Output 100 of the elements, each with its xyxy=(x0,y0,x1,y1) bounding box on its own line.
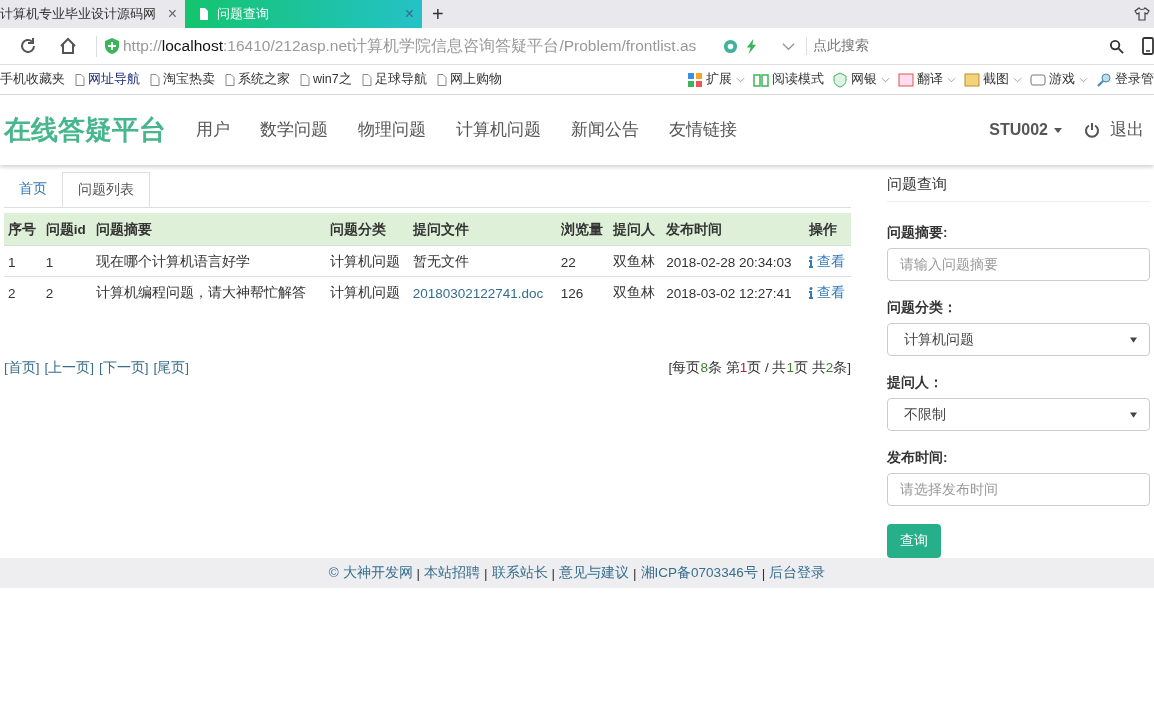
separator: | xyxy=(416,565,421,581)
bookmark-item[interactable]: 系统之家 xyxy=(225,71,290,88)
footer-link[interactable]: 意见与建议 xyxy=(559,564,630,582)
chevron-down-icon xyxy=(881,76,890,83)
shield-icon xyxy=(105,38,119,54)
panel-title: 问题查询 xyxy=(887,165,1150,202)
toolbar-item[interactable]: 登录管 xyxy=(1096,71,1154,88)
aperture-icon[interactable] xyxy=(723,38,738,54)
home-icon[interactable] xyxy=(58,36,78,56)
nav-link[interactable]: 用户 xyxy=(196,119,230,141)
info-icon xyxy=(808,256,813,268)
shield-icon xyxy=(832,71,848,88)
logout-link[interactable]: 退出 xyxy=(1084,119,1144,141)
column-header: 浏览量 xyxy=(560,222,603,237)
shirt-icon[interactable] xyxy=(1134,7,1150,21)
phone-icon[interactable] xyxy=(1142,37,1154,55)
separator: | xyxy=(761,565,766,581)
toolbar-item[interactable]: 网银 xyxy=(832,71,890,88)
separator: | xyxy=(633,565,637,581)
separator: | xyxy=(484,565,488,581)
field-label: 提问人： xyxy=(887,374,944,392)
column-header: 问题id xyxy=(45,222,86,237)
bookmark-item[interactable]: 网上购物 xyxy=(436,71,502,88)
caret-icon xyxy=(1130,411,1137,418)
pager-link[interactable]: [首页] xyxy=(4,360,40,375)
page-icon xyxy=(150,73,160,86)
footer-link[interactable]: 本站招聘 xyxy=(424,564,481,582)
close-icon[interactable]: × xyxy=(167,5,177,23)
toolbar-item[interactable]: 扩展 xyxy=(687,71,745,88)
page-tab[interactable]: 问题列表 xyxy=(62,172,150,207)
table-cell: 暂无文件 xyxy=(412,254,469,269)
bookmark-item[interactable]: 手机收藏夹 xyxy=(0,71,65,88)
file-link[interactable]: 20180302122741.doc xyxy=(412,285,544,301)
search-field[interactable]: 点此搜索 xyxy=(806,37,1103,55)
nav-link[interactable]: 友情链接 xyxy=(669,119,737,141)
toolbar-item[interactable]: 游戏 xyxy=(1030,71,1088,88)
address-field[interactable]: http://localhost:16410/212asp.net计算机学院信息咨询答疑平台/Problem/frontlist.as xyxy=(96,35,717,57)
nav-link[interactable]: 计算机问题 xyxy=(456,119,541,141)
page-tab[interactable]: 首页 xyxy=(4,172,62,207)
table-cell: 22 xyxy=(560,254,576,270)
tab-title: 计算机专业毕业设计源码网 xyxy=(0,5,157,23)
page-icon xyxy=(225,73,235,86)
bookmark-item[interactable]: win7之 xyxy=(300,71,352,88)
table-cell: 双鱼林 xyxy=(613,254,656,269)
nav-link[interactable]: 数学问题 xyxy=(260,119,328,141)
table-cell: 现在哪个计算机语言好学 xyxy=(96,254,251,269)
toolbar-item[interactable]: 截图 xyxy=(964,71,1022,88)
pager-link[interactable]: [尾页] xyxy=(153,360,190,375)
footer-link[interactable]: 湘ICP备0703346号 xyxy=(640,564,758,582)
info-icon xyxy=(808,287,813,299)
caret-icon xyxy=(1130,336,1137,343)
page-icon xyxy=(300,73,310,86)
toolbar-item[interactable]: 翻译 xyxy=(898,71,956,88)
footer-link[interactable]: 联系站长 xyxy=(491,564,548,582)
column-header: 问题摘要 xyxy=(96,222,153,237)
column-header: 问题分类 xyxy=(329,222,386,237)
nav-link[interactable]: 物理问题 xyxy=(358,119,426,141)
separator: | xyxy=(551,565,556,581)
select-field[interactable]: 计算机问题 xyxy=(887,323,1150,356)
column-header: 提问人 xyxy=(613,222,656,237)
table-cell: 2 xyxy=(45,285,54,301)
select-field[interactable]: 不限制 xyxy=(887,398,1150,431)
power-icon xyxy=(1084,122,1100,138)
table-cell: 计算机编程问题，请大神帮忙解答 xyxy=(96,285,307,300)
table-cell: 计算机问题 xyxy=(329,254,400,269)
footer-link[interactable]: 后台登录 xyxy=(769,564,826,582)
page-icon xyxy=(361,73,372,86)
tab-title: 问题查询 xyxy=(217,5,270,23)
field-label: 发布时间: xyxy=(887,449,949,467)
column-header: 操作 xyxy=(808,222,837,237)
table-cell: 2018-03-02 12:27:41 xyxy=(666,285,792,301)
apps-icon xyxy=(687,71,703,88)
bookmark-item[interactable]: 淘宝热卖 xyxy=(150,71,215,88)
reload-icon[interactable] xyxy=(18,36,38,56)
table-cell: 126 xyxy=(560,285,584,301)
pager-link[interactable]: [下一页] xyxy=(99,360,149,375)
browser-tab[interactable]: 计算机专业毕业设计源码网 × xyxy=(0,0,185,28)
new-tab-button[interactable]: + xyxy=(432,2,444,26)
magnifier-icon xyxy=(1096,71,1112,88)
view-link[interactable]: 查看 xyxy=(808,284,845,302)
field-label: 问题分类： xyxy=(887,299,958,317)
table-cell: 1 xyxy=(45,254,54,270)
user-menu[interactable]: STU002 xyxy=(989,121,1062,139)
nav-link[interactable]: 新闻公告 xyxy=(571,119,639,141)
page-icon xyxy=(436,73,447,86)
view-link[interactable]: 查看 xyxy=(808,253,845,271)
column-header: 序号 xyxy=(8,222,36,237)
field-label: 问题摘要: xyxy=(887,224,949,242)
toolbar-item[interactable]: 阅读模式 xyxy=(753,71,824,88)
pager-link[interactable]: [上一页] xyxy=(44,360,95,375)
column-header: 发布时间 xyxy=(666,222,723,237)
bookmark-item[interactable]: 网址导航 xyxy=(75,71,140,88)
table-cell: 2 xyxy=(8,285,16,301)
footer-link[interactable]: © 大神开发网 xyxy=(328,564,413,582)
search-icon[interactable] xyxy=(1109,38,1124,54)
page-icon xyxy=(75,73,85,86)
bookmark-item[interactable]: 足球导航 xyxy=(361,71,427,88)
column-header: 提问文件 xyxy=(412,222,469,237)
chevron-down-icon xyxy=(947,76,956,83)
table-cell: 1 xyxy=(8,254,16,270)
